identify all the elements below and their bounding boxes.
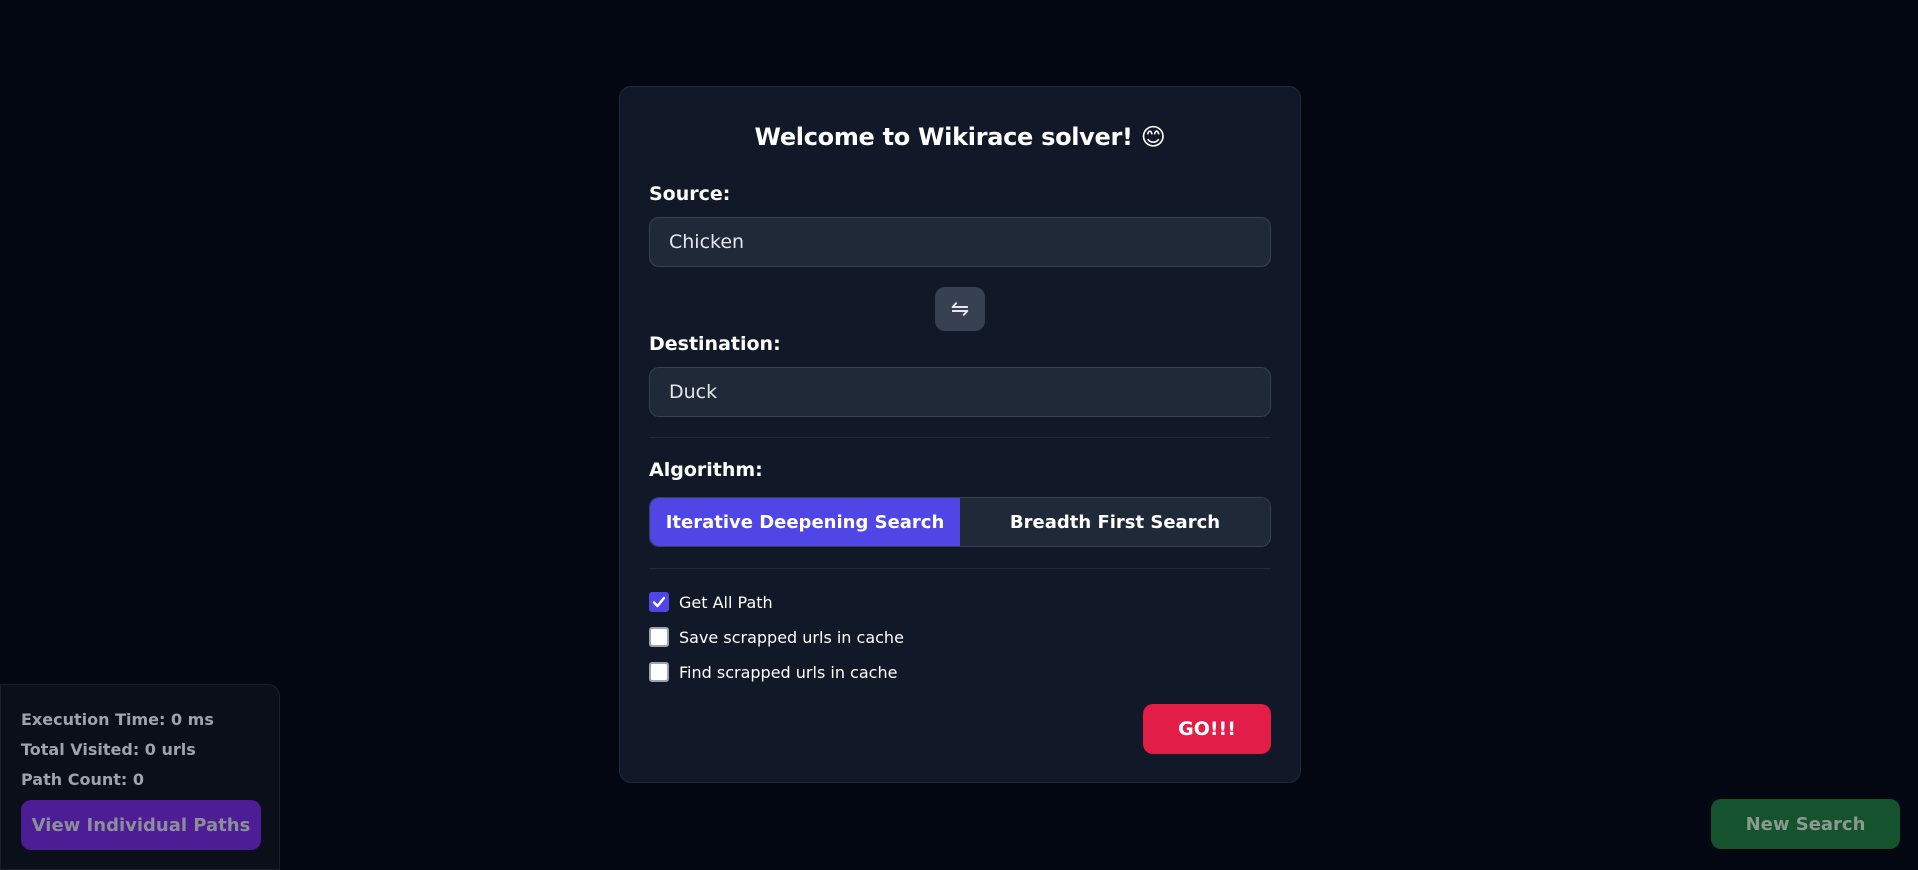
go-button[interactable]: GO!!! [1143, 704, 1271, 754]
destination-label: Destination: [649, 333, 781, 355]
destination-input[interactable] [649, 367, 1271, 417]
save-cache-label: Save scrapped urls in cache [679, 627, 904, 647]
execution-time: Execution Time: 0 ms [21, 710, 214, 729]
option-get-all-path: Get All Path [649, 592, 773, 612]
checkmark-icon [652, 596, 666, 608]
swap-button[interactable]: ⇋ [935, 287, 985, 331]
wikirace-form-card: Welcome to Wikirace solver! 😊 Source: ⇋ … [619, 86, 1301, 783]
divider [649, 568, 1271, 569]
source-input[interactable] [649, 217, 1271, 267]
find-cache-checkbox[interactable] [649, 662, 669, 682]
algorithm-bfs-button[interactable]: Breadth First Search [960, 498, 1270, 546]
algorithm-toggle: Iterative Deepening Search Breadth First… [649, 497, 1271, 547]
option-find-cache: Find scrapped urls in cache [649, 662, 897, 682]
algorithm-label: Algorithm: [649, 459, 763, 481]
get-all-path-label: Get All Path [679, 592, 773, 612]
get-all-path-checkbox[interactable] [649, 592, 669, 612]
swap-icon: ⇋ [950, 296, 970, 321]
stats-panel: Execution Time: 0 ms Total Visited: 0 ur… [0, 684, 280, 870]
option-save-cache: Save scrapped urls in cache [649, 627, 904, 647]
find-cache-label: Find scrapped urls in cache [679, 662, 898, 682]
source-label: Source: [649, 183, 731, 205]
path-count: Path Count: 0 [21, 770, 144, 789]
divider [649, 437, 1271, 438]
view-individual-paths-button[interactable]: View Individual Paths [21, 800, 261, 850]
form-title: Welcome to Wikirace solver! 😊 [754, 123, 1166, 151]
save-cache-checkbox[interactable] [649, 627, 669, 647]
total-visited: Total Visited: 0 urls [21, 740, 196, 759]
algorithm-ids-button[interactable]: Iterative Deepening Search [650, 498, 960, 546]
new-search-button[interactable]: New Search [1711, 799, 1900, 849]
